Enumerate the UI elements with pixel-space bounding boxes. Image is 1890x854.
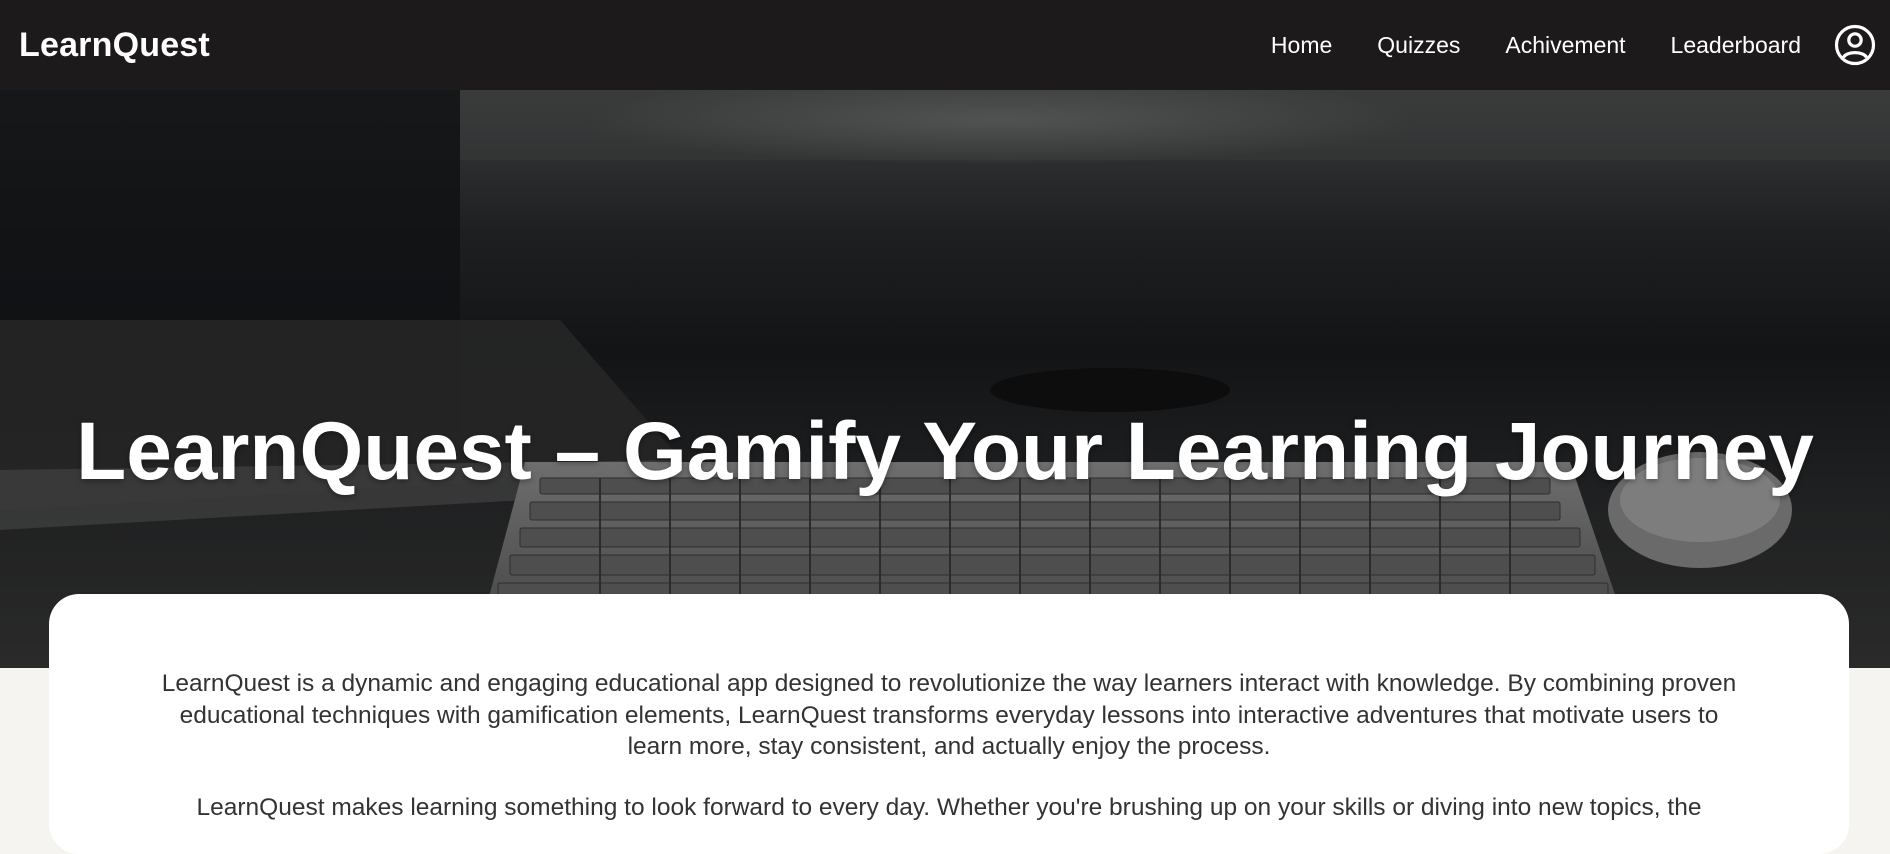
main-nav: Home Quizzes Achivement Leaderboard	[1226, 0, 1876, 90]
top-navbar: LearnQuest Home Quizzes Achivement Leade…	[0, 0, 1890, 90]
user-circle-icon[interactable]	[1834, 24, 1876, 66]
about-paragraph-2: LearnQuest makes learning something to l…	[196, 793, 1702, 821]
brand-logo[interactable]: LearnQuest	[19, 26, 210, 65]
nav-link-quizzes[interactable]: Quizzes	[1377, 32, 1460, 59]
about-paragraph-1: LearnQuest is a dynamic and engaging edu…	[161, 670, 1737, 760]
nav-link-leaderboard[interactable]: Leaderboard	[1671, 32, 1801, 59]
hero-background-image	[0, 90, 1890, 668]
about-card: LearnQuest is a dynamic and engaging edu…	[49, 594, 1849, 854]
hero-title: LearnQuest – Gamify Your Learning Journe…	[76, 406, 1814, 497]
hero-banner: LearnQuest – Gamify Your Learning Journe…	[0, 90, 1890, 668]
nav-link-home[interactable]: Home	[1271, 32, 1332, 59]
nav-link-achivement[interactable]: Achivement	[1505, 32, 1625, 59]
